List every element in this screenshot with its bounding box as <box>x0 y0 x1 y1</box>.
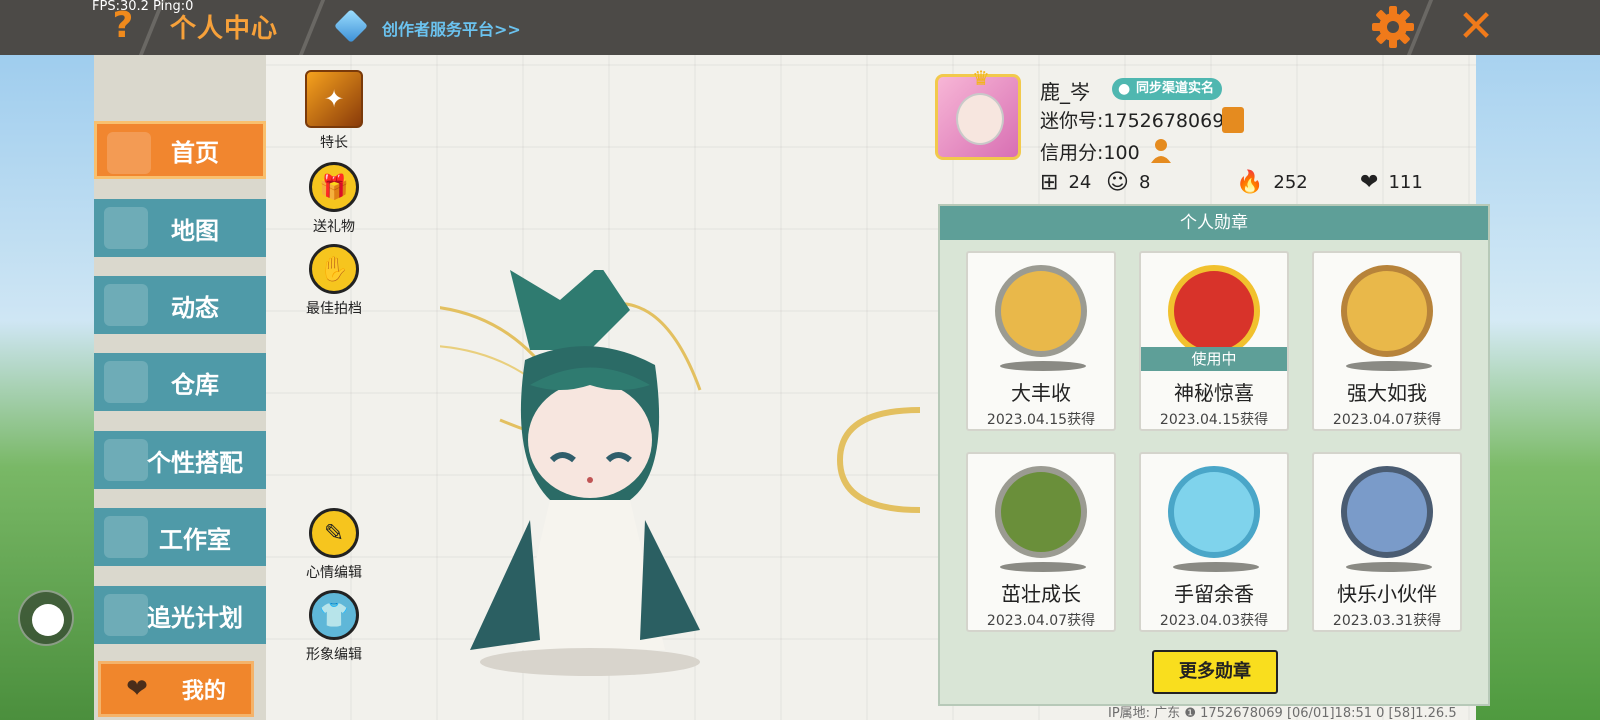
sidebar-item-outfit[interactable]: 个性搭配 <box>94 431 266 489</box>
question-icon[interactable]: ? <box>106 6 140 46</box>
badge-card[interactable]: 使用中 神秘惊喜 2023.04.15获得 <box>1139 251 1289 431</box>
warehouse-icon <box>104 361 148 403</box>
joystick[interactable] <box>18 590 74 646</box>
badge-date: 2023.04.03获得 <box>1159 613 1269 629</box>
badge-card[interactable]: 快乐小伙伴 2023.03.31获得 <box>1312 452 1462 632</box>
page-title: 个人中心 <box>170 14 279 44</box>
more-badges-button[interactable]: 更多勋章 <box>1152 650 1278 694</box>
best-partner-button[interactable]: ✋ 最佳拍档 <box>294 244 374 318</box>
mood-edit-button[interactable]: ✎ 心情编辑 <box>294 508 374 582</box>
badge-card[interactable]: 大丰收 2023.04.15获得 <box>966 251 1116 431</box>
handshake-icon: ✋ <box>309 244 359 294</box>
home-icon <box>107 132 151 174</box>
gift-icon: 🎁 <box>309 162 359 212</box>
heart-hand-icon: ❤ <box>1360 170 1379 195</box>
user-name: 鹿_岑 <box>1040 80 1090 104</box>
stat-likes: ❤ 111 <box>1360 170 1423 195</box>
studio-icon <box>104 516 148 558</box>
badges-title: 个人勋章 <box>940 206 1488 240</box>
character-avatar[interactable] <box>440 270 740 690</box>
medal-icon <box>1341 466 1433 558</box>
copy-icon[interactable] <box>1222 107 1244 133</box>
add-icon: ⊞ <box>1040 170 1059 195</box>
sidebar: 首页 地图 动态 仓库 个性搭配 工作室 追光计划 ❤ 我的 <box>94 55 266 720</box>
medal-icon <box>1341 265 1433 357</box>
skill-icon: ✦ <box>305 70 363 128</box>
gear-icon[interactable] <box>1370 4 1416 50</box>
badge-name: 手留余香 <box>1174 582 1254 606</box>
ribbon-decoration <box>836 407 921 513</box>
sidebar-item-studio[interactable]: 工作室 <box>94 508 266 566</box>
close-icon[interactable]: ✕ <box>1455 2 1497 52</box>
outfit-icon <box>104 439 148 481</box>
background-landscape-right <box>1474 55 1600 720</box>
medal-shadow <box>1173 562 1259 572</box>
medal-icon <box>1168 265 1260 357</box>
medal-shadow <box>1346 562 1432 572</box>
badge-date: 2023.04.15获得 <box>986 412 1096 428</box>
fire-icon: 🔥 <box>1236 170 1264 195</box>
badge-name: 强大如我 <box>1347 381 1427 405</box>
verify-badge-button[interactable]: 同步渠道实名 <box>1112 78 1223 100</box>
badge-card[interactable]: 手留余香 2023.04.03获得 <box>1139 452 1289 632</box>
look-edit-button[interactable]: 👕 形象编辑 <box>294 590 374 664</box>
heart-icon: ❤ <box>126 674 148 704</box>
badge-card[interactable]: 强大如我 2023.04.07获得 <box>1312 251 1462 431</box>
badge-name: 神秘惊喜 <box>1174 381 1254 405</box>
stat-add[interactable]: ⊞ 24 <box>1040 170 1091 195</box>
credit-score: 信用分:100 <box>1040 142 1140 164</box>
ip-location-info: IP属地: 广东 ❶ 1752678069 [06/01]18:51 0 [58… <box>1108 706 1457 720</box>
bell-icon <box>104 284 148 326</box>
mini-id: 迷你号:1752678069 <box>1040 110 1225 132</box>
map-icon <box>104 207 148 249</box>
divider <box>298 0 326 55</box>
badge-name: 快乐小伙伴 <box>1337 582 1437 606</box>
sidebar-item-warehouse[interactable]: 仓库 <box>94 353 266 411</box>
medal-icon <box>1168 466 1260 558</box>
plan-icon <box>104 594 148 636</box>
sidebar-item-plan[interactable]: 追光计划 <box>94 586 266 644</box>
sidebar-item-map[interactable]: 地图 <box>94 199 266 257</box>
sidebar-item-home[interactable]: 首页 <box>94 121 266 179</box>
creator-platform-link[interactable]: 创作者服务平台>> <box>382 16 521 40</box>
badge-card[interactable]: 茁壮成长 2023.04.07获得 <box>966 452 1116 632</box>
medal-shadow <box>1000 562 1086 572</box>
badge-name: 大丰收 <box>1011 381 1071 405</box>
in-use-badge: 使用中 <box>1141 347 1287 371</box>
medal-icon <box>995 466 1087 558</box>
fans-icon: ☺ <box>1106 170 1129 195</box>
badge-date: 2023.04.15获得 <box>1159 412 1269 428</box>
stat-fans[interactable]: ☺ 8 <box>1106 170 1150 195</box>
badge-name: 茁壮成长 <box>1001 582 1081 606</box>
sidebar-item-feed[interactable]: 动态 <box>94 276 266 334</box>
crown-icon: ♛ <box>972 66 990 90</box>
badge-date: 2023.03.31获得 <box>1332 613 1442 629</box>
avatar-face <box>956 93 1004 145</box>
skill-button[interactable]: ✦ 特长 <box>294 70 374 152</box>
medal-shadow <box>1346 361 1432 371</box>
mine-button[interactable]: ❤ 我的 <box>98 661 254 717</box>
pencil-icon: ✎ <box>309 508 359 558</box>
shirt-icon: 👕 <box>309 590 359 640</box>
person-icon[interactable] <box>1150 137 1176 165</box>
badge-date: 2023.04.07获得 <box>1332 412 1442 428</box>
badge-date: 2023.04.07获得 <box>986 613 1096 629</box>
medal-icon <box>995 265 1087 357</box>
stat-hot: 🔥 252 <box>1236 170 1308 195</box>
medal-shadow <box>1000 361 1086 371</box>
gift-button[interactable]: 🎁 送礼物 <box>294 162 374 236</box>
